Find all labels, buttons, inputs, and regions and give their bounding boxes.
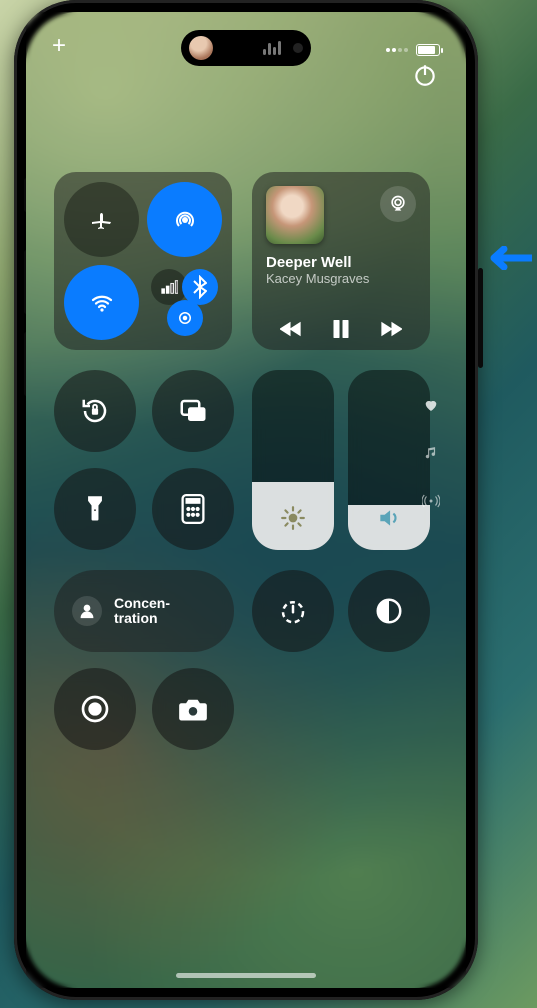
track-title: Deeper Well [266, 254, 416, 271]
dynamic-island[interactable] [181, 30, 311, 66]
bluetooth-icon [193, 275, 207, 299]
person-icon [72, 596, 102, 626]
airdrop-button[interactable] [147, 182, 222, 257]
flashlight-button[interactable] [54, 468, 136, 550]
next-track-button[interactable] [376, 318, 406, 340]
battery-icon [416, 44, 440, 56]
camera-button[interactable] [152, 668, 234, 750]
airplane-icon [90, 208, 114, 232]
cellular-icon [160, 275, 178, 299]
previous-track-icon [280, 321, 302, 337]
airplane-mode-button[interactable] [64, 182, 139, 257]
calculator-icon [180, 494, 206, 524]
screen-mirror-icon [178, 396, 208, 426]
radio-waves-icon[interactable] [422, 492, 440, 510]
screen-mirroring-button[interactable] [152, 370, 234, 452]
pause-icon [333, 320, 349, 338]
music-note-icon[interactable] [422, 444, 440, 462]
phone-frame: + [14, 0, 478, 1000]
airdrop-icon [173, 208, 197, 232]
add-control-button[interactable]: + [52, 30, 66, 70]
screen-record-icon [79, 693, 111, 725]
next-track-icon [380, 321, 402, 337]
wifi-icon [90, 291, 114, 315]
annotation-arrow [482, 246, 532, 270]
screen: + [26, 12, 466, 988]
wifi-button[interactable] [64, 265, 139, 340]
timer-icon [278, 596, 308, 626]
home-indicator[interactable] [176, 973, 316, 978]
volume-icon [376, 505, 402, 536]
play-pause-button[interactable] [326, 318, 356, 340]
connectivity-module[interactable] [54, 172, 232, 350]
power-menu-button[interactable] [412, 62, 438, 88]
screen-record-button[interactable] [54, 668, 136, 750]
rotation-lock-icon [80, 396, 110, 426]
airplay-icon [388, 194, 408, 214]
brightness-slider[interactable] [252, 370, 334, 550]
focus-button[interactable]: Concen- tration [54, 570, 234, 652]
rotation-lock-button[interactable] [54, 370, 136, 452]
flashlight-icon [83, 494, 107, 524]
focus-label: Concen- tration [114, 596, 170, 625]
brightness-icon [280, 505, 306, 536]
personal-hotspot-icon [176, 306, 194, 330]
now-playing-module[interactable]: Deeper Well Kacey Musgraves [252, 172, 430, 350]
front-camera [293, 43, 303, 53]
volume-slider[interactable] [348, 370, 430, 550]
dark-mode-icon [374, 596, 404, 626]
dark-mode-button[interactable] [348, 570, 430, 652]
audio-waveform-icon [263, 41, 281, 55]
album-art [266, 186, 324, 244]
connectivity-more-button[interactable] [147, 265, 222, 340]
cellular-signal-icon [386, 48, 408, 52]
page-indicators[interactable] [422, 396, 440, 510]
now-playing-avatar [189, 36, 213, 60]
track-artist: Kacey Musgraves [266, 271, 416, 286]
personal-hotspot-button[interactable] [167, 300, 203, 336]
previous-track-button[interactable] [276, 318, 306, 340]
side-button-hardware [478, 268, 483, 368]
timer-button[interactable] [252, 570, 334, 652]
calculator-button[interactable] [152, 468, 234, 550]
airplay-button[interactable] [380, 186, 416, 222]
camera-icon [178, 696, 208, 722]
heart-icon[interactable] [422, 396, 440, 414]
